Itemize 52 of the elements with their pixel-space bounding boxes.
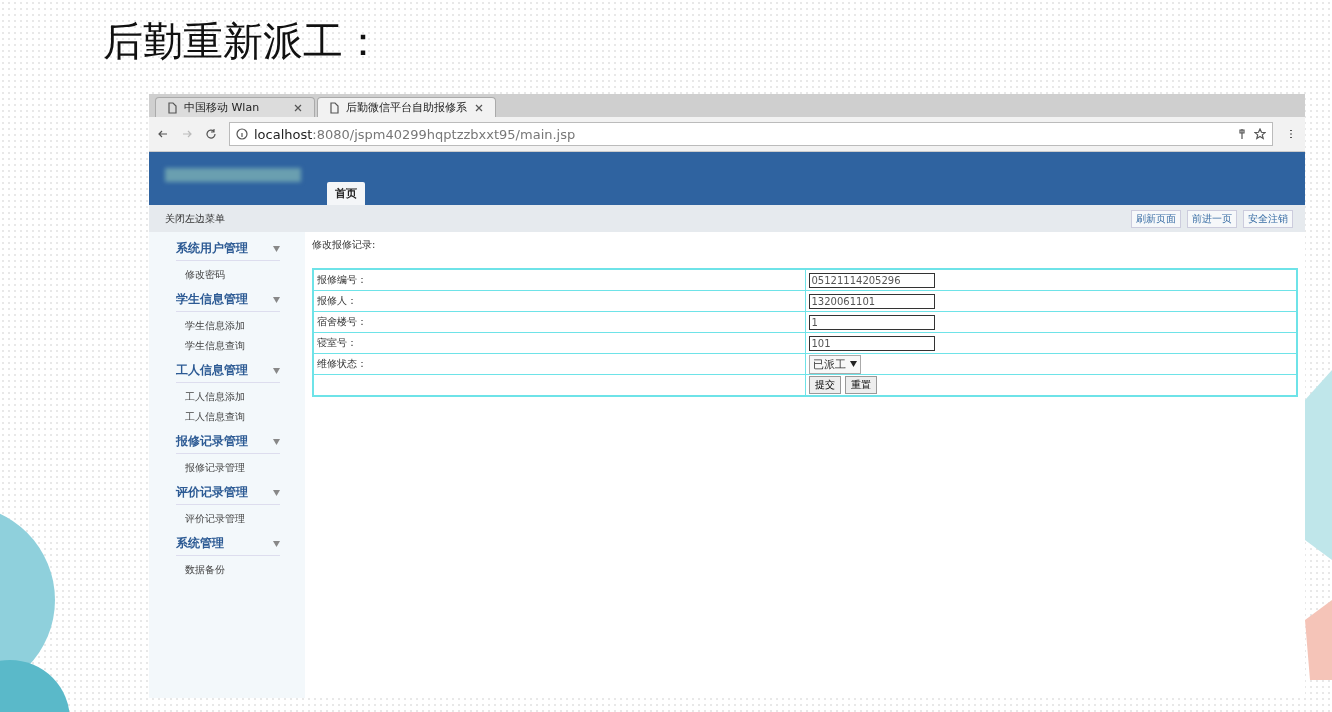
nav-tab[interactable]: 首页	[327, 182, 365, 205]
menu-group-title: 工人信息管理	[176, 362, 248, 379]
form-heading: 修改报修记录:	[312, 238, 377, 252]
menu-item[interactable]: 评价记录管理	[176, 509, 305, 529]
menu-group-title: 报修记录管理	[176, 433, 248, 450]
field-label: 报修人：	[313, 290, 805, 312]
menu-group-title: 学生信息管理	[176, 291, 248, 308]
menu-group-title: 评价记录管理	[176, 484, 248, 501]
input-field[interactable]: 1	[808, 314, 935, 330]
menu-group-header[interactable]: 报修记录管理	[176, 431, 280, 454]
input-field[interactable]: 1320061101	[808, 293, 935, 309]
info-icon	[236, 128, 248, 140]
menu-item[interactable]: 工人信息查询	[176, 407, 305, 427]
input-field[interactable]: 05121114205296	[808, 272, 935, 288]
address-bar[interactable]: localhost:8080/jspm40299hqptzzbxxt95/main.jsp	[229, 122, 1273, 146]
field-label: 维修状态：	[313, 353, 805, 375]
caret-icon	[849, 361, 857, 367]
field-label: 报修编号：	[313, 269, 805, 291]
menu-item[interactable]: 工人信息添加	[176, 387, 305, 407]
toolbar-button[interactable]: 刷新页面	[1131, 209, 1181, 228]
page-icon	[328, 101, 340, 114]
menu-group-header[interactable]: 学生信息管理	[176, 289, 280, 312]
menu-item[interactable]: 学生信息查询	[176, 336, 305, 356]
menu-group-header[interactable]: 评价记录管理	[176, 482, 280, 505]
slide-title: 后勤重新派工：	[102, 17, 384, 66]
url-text: localhost:8080/jspm40299hqptzzbxxt95/main.jsp	[254, 126, 576, 142]
back-icon	[157, 128, 169, 140]
key-icon	[1236, 128, 1248, 140]
reload-icon	[205, 128, 217, 140]
forward-icon	[181, 128, 193, 140]
page-icon	[166, 101, 178, 114]
browser-tab[interactable]: 后勤微信平台自助报修系	[317, 97, 496, 117]
field-label: 宿舍楼号：	[313, 311, 805, 333]
menu-item[interactable]: 数据备份	[176, 560, 305, 580]
menu-group-header[interactable]: 系统管理	[176, 533, 280, 556]
menu-group-title: 系统用户管理	[176, 240, 248, 257]
star-icon	[1254, 128, 1266, 140]
toolbar-button[interactable]: 前进一页	[1187, 209, 1237, 228]
menu-group-title: 系统管理	[176, 535, 224, 552]
browser-tab[interactable]: 中国移动 Wlan	[155, 97, 315, 117]
menu-group-header[interactable]: 工人信息管理	[176, 360, 280, 383]
menu-item[interactable]: 修改密码	[176, 265, 305, 285]
form-button[interactable]: 重置	[844, 376, 877, 394]
input-field[interactable]: 101	[808, 335, 935, 351]
menu-item[interactable]: 报修记录管理	[176, 458, 305, 478]
menu-group-header[interactable]: 系统用户管理	[176, 238, 280, 261]
close-menu-link[interactable]: 关闭左边菜单	[165, 211, 225, 226]
form-button[interactable]: 提交	[808, 376, 841, 394]
toolbar-button[interactable]: 安全注销	[1243, 209, 1293, 228]
status-select[interactable]: 已派工	[808, 354, 861, 374]
menu-item[interactable]: 学生信息添加	[176, 316, 305, 336]
field-label: 寝室号：	[313, 332, 805, 354]
